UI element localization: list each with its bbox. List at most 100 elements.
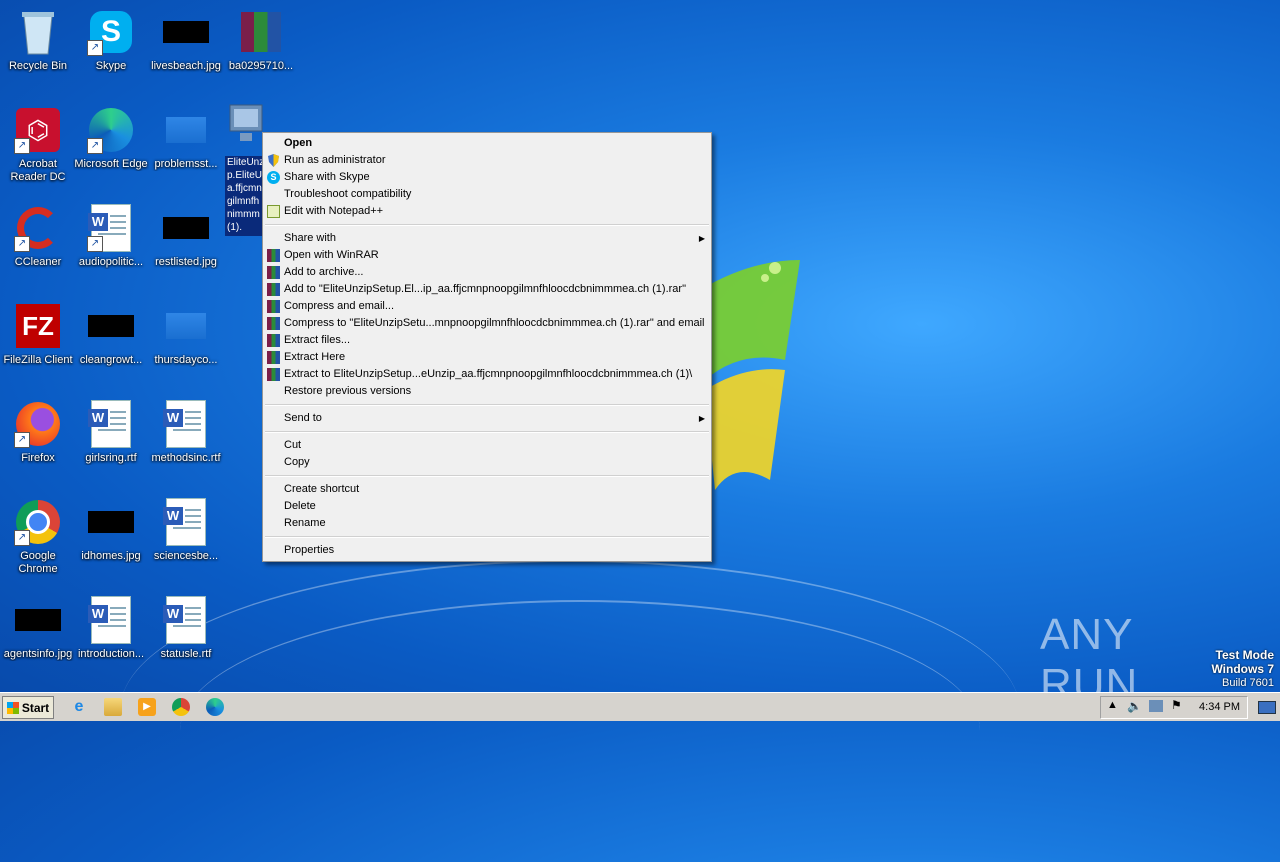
desktop-icon-thursdayco[interactable]: thursdayco... — [148, 296, 224, 386]
desktop-icon-recycle-bin[interactable]: Recycle Bin — [0, 2, 76, 92]
winrar-icon — [267, 249, 280, 262]
menu-item-compress-email[interactable]: Compress and email... — [263, 298, 711, 315]
desktop-icon-statusle[interactable]: W statusle.rtf — [148, 590, 224, 680]
desktop-icon-girlsring[interactable]: W girlsring.rtf — [73, 394, 149, 484]
desktop-icon-edge[interactable]: ↗ Microsoft Edge — [73, 100, 149, 190]
action-center-flag-icon[interactable]: ⚑ — [1171, 698, 1182, 712]
menu-item-copy[interactable]: Copy — [263, 454, 711, 471]
desktop-icon-label: Recycle Bin — [8, 60, 68, 72]
menu-item-add-archive[interactable]: Add to archive... — [263, 264, 711, 281]
desktop-icon-problemsst[interactable]: problemsst... — [148, 100, 224, 190]
desktop-icon-label: Skype — [95, 60, 127, 72]
menu-item-create-shortcut[interactable]: Create shortcut — [263, 481, 711, 498]
internet-explorer-icon[interactable]: e — [70, 698, 88, 716]
file-explorer-icon[interactable] — [104, 698, 122, 716]
monitor-icon — [1258, 701, 1276, 714]
desktop-icon-label: girlsring.rtf — [85, 452, 137, 464]
desktop-icon-label: problemsst... — [154, 158, 218, 170]
desktop-icon-methodsinc[interactable]: W methodsinc.rtf — [148, 394, 224, 484]
desktop-icon-chrome[interactable]: ↗ Google Chrome — [0, 492, 76, 582]
desktop-icon-label: methodsinc.rtf — [151, 452, 221, 464]
test-mode-line: Test Mode — [1215, 648, 1274, 662]
desktop-icon-label: statusle.rtf — [160, 648, 212, 660]
network-icon[interactable] — [1149, 700, 1163, 712]
image-file-icon — [163, 21, 209, 43]
menu-separator — [265, 224, 709, 226]
desktop-icon-ccleaner[interactable]: ↗ CCleaner — [0, 198, 76, 288]
volume-icon[interactable]: 🔈 — [1127, 699, 1142, 713]
desktop-icon-label: FileZilla Client — [3, 354, 73, 366]
chrome-icon[interactable] — [172, 698, 190, 716]
desktop-icon-firefox[interactable]: ↗ Firefox — [0, 394, 76, 484]
word-doc-icon: W — [88, 596, 131, 644]
submenu-arrow-icon: ▶ — [698, 234, 705, 243]
image-file-icon — [88, 315, 134, 337]
desktop-icon-label: audiopolitic... — [78, 256, 144, 268]
menu-item-open-winrar[interactable]: Open with WinRAR — [263, 247, 711, 264]
menu-item-properties[interactable]: Properties — [263, 542, 711, 559]
desktop-icon-cleangrowt[interactable]: cleangrowt... — [73, 296, 149, 386]
winrar-icon — [267, 317, 280, 330]
desktop-icon-restlisted[interactable]: restlisted.jpg — [148, 198, 224, 288]
desktop-icon-label: cleangrowt... — [79, 354, 143, 366]
desktop-icon-filezilla[interactable]: FZ FileZilla Client — [0, 296, 76, 386]
desktop-icon-label: Acrobat Reader DC — [10, 158, 66, 183]
shortcut-arrow-icon: ↗ — [14, 432, 30, 448]
desktop-icon-ba0295710[interactable]: ba0295710... — [223, 2, 299, 92]
edge-icon[interactable] — [206, 698, 224, 716]
start-label: Start — [21, 700, 50, 715]
menu-item-rename[interactable]: Rename — [263, 515, 711, 532]
menu-item-extract-files[interactable]: Extract files... — [263, 332, 711, 349]
menu-item-label: Extract to EliteUnzipSetup...eUnzip_aa.f… — [284, 368, 693, 380]
menu-item-add-to-rar[interactable]: Add to "EliteUnzipSetup.El...ip_aa.ffjcm… — [263, 281, 711, 298]
winrar-icon — [267, 283, 280, 296]
desktop-icon-label: CCleaner — [14, 256, 62, 268]
word-doc-icon: W — [88, 400, 131, 448]
menu-item-compress-to-email[interactable]: Compress to "EliteUnzipSetu...mnpnoopgil… — [263, 315, 711, 332]
shortcut-arrow-icon: ↗ — [14, 236, 30, 252]
menu-item-restore-versions[interactable]: Restore previous versions — [263, 383, 711, 400]
desktop-icon-label: Firefox — [21, 452, 55, 464]
menu-item-edit-notepad[interactable]: Edit with Notepad++ — [263, 203, 711, 220]
menu-item-label: Open with WinRAR — [284, 249, 379, 261]
menu-item-share-skype[interactable]: S Share with Skype — [263, 169, 711, 186]
desktop-icon-label: Microsoft Edge — [74, 158, 148, 170]
menu-item-open[interactable]: Open — [263, 135, 711, 152]
menu-item-extract-to[interactable]: Extract to EliteUnzipSetup...eUnzip_aa.f… — [263, 366, 711, 383]
menu-separator — [265, 404, 709, 406]
menu-item-label: Extract files... — [284, 334, 351, 346]
desktop-icon-skype[interactable]: S ↗ Skype — [73, 2, 149, 92]
menu-item-send-to[interactable]: Send to ▶ — [263, 410, 711, 427]
executable-icon — [229, 104, 263, 141]
desktop-icon-acrobat[interactable]: ⌬ ↗ Acrobat Reader DC — [0, 100, 76, 190]
winrar-icon — [267, 300, 280, 313]
menu-item-label: Send to — [284, 412, 322, 424]
menu-item-troubleshoot[interactable]: Troubleshoot compatibility — [263, 186, 711, 203]
show-desktop-button[interactable] — [1252, 693, 1280, 721]
taskbar-clock[interactable]: 4:34 PM — [1199, 701, 1240, 713]
desktop-icon-audiopolitic[interactable]: W ↗ audiopolitic... — [73, 198, 149, 288]
anyrun-watermark: ANY RUN — [1040, 610, 1139, 709]
desktop-icon-agentsinfo[interactable]: agentsinfo.jpg — [0, 590, 76, 680]
media-player-icon[interactable]: ▶ — [138, 698, 156, 716]
winrar-icon — [267, 266, 280, 279]
menu-item-cut[interactable]: Cut — [263, 437, 711, 454]
recycle-bin-icon — [22, 12, 54, 55]
menu-item-share-with[interactable]: Share with ▶ — [263, 230, 711, 247]
desktop-icon-introduction[interactable]: W introduction... — [73, 590, 149, 680]
show-hidden-icons-icon[interactable]: ▲ — [1107, 699, 1118, 711]
winrar-icon — [267, 334, 280, 347]
desktop-icon-livesbeach[interactable]: livesbeach.jpg — [148, 2, 224, 92]
desktop-icon-label: idhomes.jpg — [81, 550, 141, 562]
image-file-icon — [15, 609, 61, 631]
menu-item-delete[interactable]: Delete — [263, 498, 711, 515]
start-button[interactable]: Start — [2, 696, 54, 719]
windows-flag-icon — [6, 701, 19, 714]
desktop-icon-sciencesbe[interactable]: W sciencesbe... — [148, 492, 224, 582]
menu-item-extract-here[interactable]: Extract Here — [263, 349, 711, 366]
file-icon — [166, 117, 206, 143]
menu-item-label: Share with Skype — [284, 171, 370, 183]
desktop-icon-idhomes[interactable]: idhomes.jpg — [73, 492, 149, 582]
menu-item-run-as-admin[interactable]: Run as administrator — [263, 152, 711, 169]
test-mode-watermark: Test Mode Windows 7 Build 7601 — [1211, 648, 1274, 690]
